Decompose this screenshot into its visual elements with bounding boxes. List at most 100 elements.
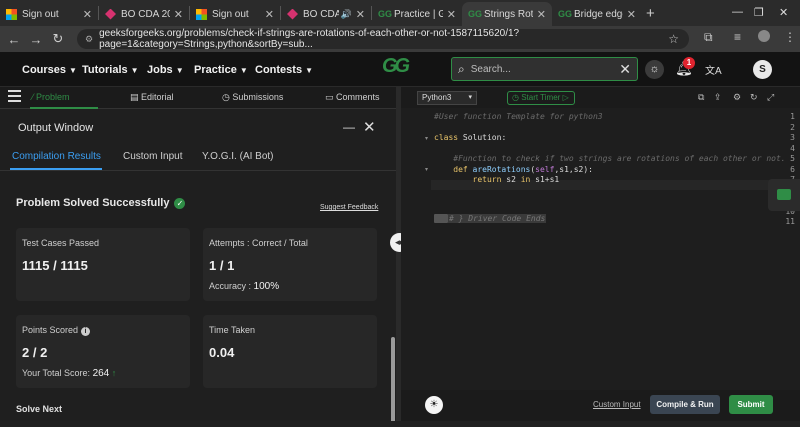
result-status: Problem Solved Successfully ✓ [16,197,186,209]
restore-window-icon[interactable]: ❐ [754,6,764,19]
tab-title: BO CDA 208_ [121,8,170,20]
chevron-down-icon: ▼ [305,66,313,75]
line-number: 6 [790,164,795,174]
close-tab-icon[interactable]: ✕ [83,8,92,21]
close-tab-icon[interactable]: ✕ [447,8,456,21]
code-editor[interactable]: 1 2 3 4 5 6 7 8 9 10 11 ▾ ▾ #User functi… [401,108,800,390]
browser-tab-7[interactable]: GG Bridge edge i ✕ [552,2,642,26]
comment-icon: ▭ [325,92,337,102]
menu-jobs[interactable]: Jobs ▼ [147,64,184,76]
close-window-icon[interactable]: ✕ [779,6,788,19]
microsoft-icon [6,8,17,20]
tab-yogi-ai-bot[interactable]: Y.O.G.I. (AI Bot) [202,151,274,162]
close-tab-icon[interactable]: ✕ [627,8,636,21]
address-bar[interactable]: ⚙ geeksforgeeks.org/problems/check-if-st… [77,28,689,50]
tab-editorial[interactable]: ▤ Editorial [130,92,174,103]
new-tab-button[interactable]: + [646,5,655,22]
close-tab-icon[interactable]: ✕ [174,8,183,21]
bo-icon [287,8,298,20]
gfg-logo-icon[interactable]: GG [382,55,410,78]
problem-tabs: ⁄ Problem ▤ Editorial ◷ Submissions ▭ Co… [0,87,396,109]
user-avatar[interactable]: S [753,60,772,79]
tab-custom-input[interactable]: Custom Input [123,151,182,162]
search-icon: ⌕ [458,61,465,76]
compile-run-button[interactable]: Compile & Run [650,395,720,414]
timer-icon: ◷ [512,93,522,102]
browser-tab-2[interactable]: BO CDA 208_ ✕ [99,2,189,26]
close-tab-icon[interactable]: ✕ [356,8,365,21]
translate-icon[interactable]: 文A [705,62,722,77]
line-number: 5 [790,154,795,163]
tab-title: Sign out [22,8,59,20]
notification-count-badge: 1 [683,57,695,69]
close-icon[interactable]: ✕ [363,118,376,136]
folded-code-marker[interactable] [434,214,448,223]
start-timer-button[interactable]: ◷ Start Timer ▷ [507,91,575,105]
close-tab-icon[interactable]: ✕ [265,8,274,21]
output-window-title: Output Window [18,122,94,134]
tab-title: BO CDA 2 [303,8,339,20]
fold-chevron-icon[interactable]: ▾ [425,135,428,142]
fullscreen-icon[interactable]: ⤢ [767,92,774,103]
profile-avatar-icon[interactable] [758,30,770,42]
reload-icon[interactable]: ↻ [47,31,69,47]
browser-menu-icon[interactable]: ⋮ [784,30,796,44]
extensions-icon[interactable]: ⧉ [704,30,713,45]
chevron-down-icon: ▾ [468,94,472,101]
line-number: 3 [790,133,795,142]
theme-toggle-icon[interactable]: ☼ [645,60,664,79]
line-number: 4 [790,143,795,153]
menu-tutorials[interactable]: Tutorials ▼ [82,64,139,76]
lightbulb-icon[interactable]: ☀ [425,396,443,414]
menu-practice[interactable]: Practice ▼ [194,64,248,76]
clear-search-icon[interactable]: ✕ [619,61,631,78]
site-info-icon[interactable]: ⚙ [85,34,93,45]
export-icon[interactable]: ⇪ [714,92,722,103]
reset-icon[interactable]: ↻ [750,92,758,103]
line-number: 1 [790,112,795,121]
clock-icon: ◷ [222,92,233,102]
browser-tab-4[interactable]: BO CDA 2 🔊 ✕ [281,2,371,26]
info-icon[interactable]: i [81,327,91,336]
browser-tab-1[interactable]: Sign out ✕ [0,2,98,26]
output-window-header: Output Window — ✕ [0,114,396,144]
settings-icon[interactable]: ⚙ [733,92,741,103]
hamburger-menu-icon[interactable] [8,90,21,102]
card-label: Time Taken [209,325,256,335]
search-placeholder: Search... [470,63,511,75]
minimize-window-icon[interactable]: — [732,6,743,18]
code-line-5: #Function to check if two strings are ro… [434,154,786,163]
total-score-value: 264 [92,368,110,379]
chat-button[interactable] [768,179,800,211]
check-circle-icon: ✓ [174,197,186,209]
minimize-icon[interactable]: — [343,120,355,134]
copy-icon[interactable]: ⧉ [698,92,704,103]
close-tab-icon[interactable]: ✕ [537,8,546,21]
code-line-11: # } Driver Code Ends [448,214,547,223]
output-scrollbar[interactable] [391,337,395,427]
bookmark-star-icon[interactable]: ☆ [668,32,679,46]
browser-tab-3[interactable]: Sign out ✕ [190,2,280,26]
site-search-input[interactable]: ⌕ Search... ✕ [451,57,638,81]
submit-button[interactable]: Submit [729,395,773,414]
attempts-value: 1 / 1 [209,258,235,273]
back-icon[interactable]: ← [3,32,25,47]
menu-courses[interactable]: Courses ▼ [22,64,77,76]
audio-playing-icon[interactable]: 🔊 [341,9,352,20]
code-line-7: return s2 in s1+s1 [434,175,560,184]
tab-compilation-results[interactable]: Compilation Results [12,151,101,162]
bo-icon [105,8,116,20]
tab-submissions[interactable]: ◷ Submissions [222,92,283,103]
fold-chevron-icon[interactable]: ▾ [425,166,428,173]
menu-contests[interactable]: Contests ▼ [255,64,313,76]
suggest-feedback-link[interactable]: Suggest Feedback [320,204,378,211]
browser-tab-6-active[interactable]: GG Strings Rotatio ✕ [462,2,552,26]
tab-comments[interactable]: ▭ Comments [325,92,380,103]
tab-problem[interactable]: ⁄ Problem [32,92,70,102]
custom-input-link[interactable]: Custom Input [593,400,641,409]
forward-icon[interactable]: → [25,32,47,47]
editorial-icon: ▤ [130,92,142,102]
browser-tab-5[interactable]: GG Practice | Geek ✕ [372,2,462,26]
reading-list-icon[interactable]: ≡ [734,30,741,44]
language-select[interactable]: Python3 ▾ [417,91,477,105]
